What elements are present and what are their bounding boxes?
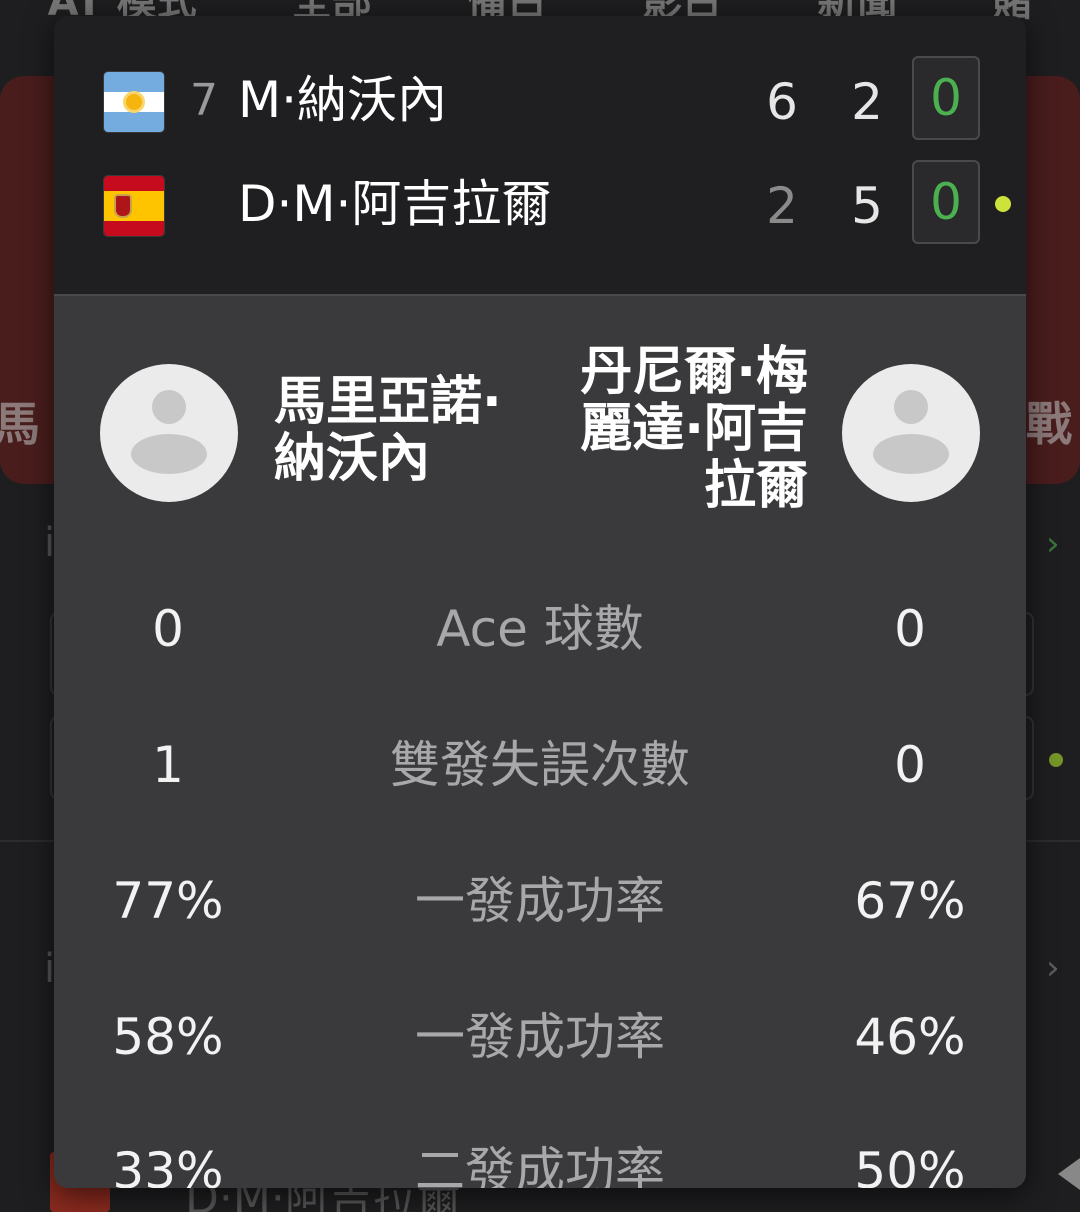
stat-label: 二發成功率 — [415, 1142, 665, 1188]
player-name: M·納沃內 — [238, 71, 448, 129]
sun-of-may-icon — [126, 94, 142, 110]
avatar-body-icon — [873, 434, 949, 474]
set-score: 2 — [851, 73, 883, 131]
avatar-head-icon — [152, 390, 186, 424]
scoreboard-row-player-2: D·M·阿吉拉爾 2 5 0 — [54, 160, 1026, 250]
stat-row-first-serve-in: 77% 一發成功率 67% — [54, 866, 1026, 936]
scoreboard-row-player-1: 7 M·納沃內 6 2 0 — [54, 56, 1026, 146]
match-stats-popup: 7 M·納沃內 6 2 0 D·M·阿吉拉爾 2 5 0 馬里亞諾·納沃內 丹尼… — [54, 16, 1026, 1188]
screen: AT 模式 全部 備占 影占 新聞 賭 馬 戰 › › i i D·M·阿吉拉爾… — [0, 0, 1080, 1212]
background-card-text: 馬 — [0, 397, 40, 451]
stat-value-player-2: 67% — [854, 872, 966, 930]
stat-value-player-2: 50% — [854, 1142, 966, 1188]
stat-value-player-1: 1 — [152, 736, 184, 794]
player-2-full-name: 丹尼爾·梅麗達·阿吉拉爾 — [580, 342, 808, 516]
avatar-body-icon — [131, 434, 207, 474]
coat-of-arms-icon — [116, 196, 130, 216]
stat-value-player-1: 77% — [112, 872, 224, 930]
player-1-full-name: 馬里亞諾·納沃內 — [274, 372, 502, 489]
stat-label: 雙發失誤次數 — [390, 736, 690, 794]
chevron-right-icon[interactable]: › — [1046, 524, 1060, 564]
stat-value-player-1: 58% — [112, 1008, 224, 1066]
stat-value-player-2: 46% — [854, 1008, 966, 1066]
stat-row-double-faults: 1 雙發失誤次數 0 — [54, 730, 1026, 800]
chevron-right-icon[interactable]: › — [1046, 948, 1060, 988]
serve-indicator-icon — [995, 196, 1011, 212]
stat-row-aces: 0 Ace 球數 0 — [54, 594, 1026, 664]
stat-value-player-2: 0 — [894, 600, 926, 658]
scoreboard: 7 M·納沃內 6 2 0 D·M·阿吉拉爾 2 5 0 — [54, 16, 1026, 296]
stat-label: 一發成功率 — [415, 872, 665, 930]
game-score: 0 — [912, 160, 980, 244]
avatar-head-icon — [894, 390, 928, 424]
set-score: 6 — [766, 73, 798, 131]
set-score: 5 — [851, 177, 883, 235]
avatar-player-1[interactable] — [100, 364, 238, 502]
stat-value-player-1: 33% — [112, 1142, 224, 1188]
stat-row-first-serve-won: 58% 一發成功率 46% — [54, 1002, 1026, 1072]
stat-label: Ace 球數 — [436, 600, 644, 658]
player-name: D·M·阿吉拉爾 — [238, 175, 552, 233]
player-seed: 7 — [190, 75, 218, 126]
serve-indicator-icon — [1049, 753, 1063, 767]
stat-label: 一發成功率 — [415, 1008, 665, 1066]
set-score: 2 — [766, 177, 798, 235]
stat-value-player-2: 0 — [894, 736, 926, 794]
game-score: 0 — [912, 56, 980, 140]
stat-row-second-serve-won: 33% 二發成功率 50% — [54, 1136, 1026, 1188]
avatar-player-2[interactable] — [842, 364, 980, 502]
stat-value-player-1: 0 — [152, 600, 184, 658]
back-arrow-icon[interactable] — [1058, 1158, 1080, 1190]
argentina-flag-icon — [104, 72, 164, 132]
stats-panel: 馬里亞諾·納沃內 丹尼爾·梅麗達·阿吉拉爾 0 Ace 球數 0 1 雙發失誤次… — [54, 296, 1026, 1188]
background-card-text: 戰 — [1026, 397, 1072, 451]
spain-flag-icon — [104, 176, 164, 236]
